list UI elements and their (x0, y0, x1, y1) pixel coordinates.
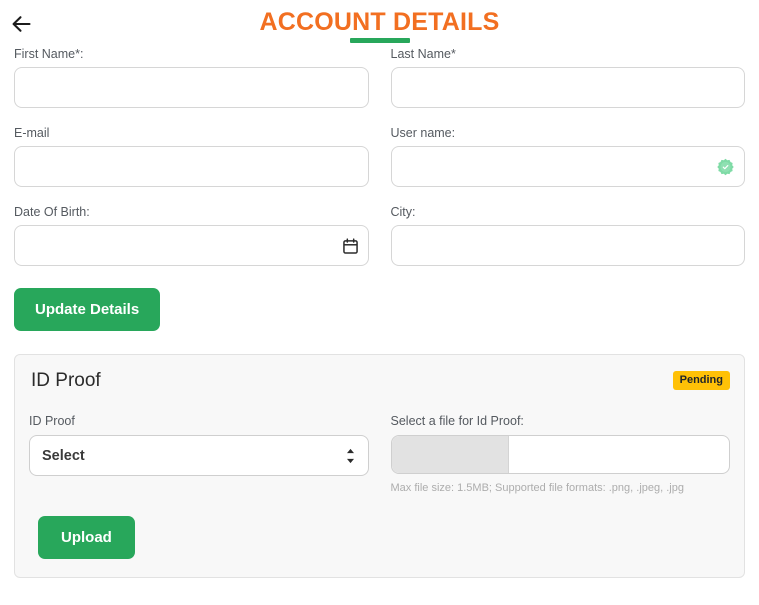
email-input-wrap (14, 146, 369, 187)
date-of-birth-input[interactable] (14, 225, 369, 266)
first-name-label: First Name*: (14, 46, 369, 62)
calendar-icon[interactable] (343, 238, 358, 254)
id-proof-file-label: Select a file for Id Proof: (391, 413, 731, 429)
form-row-dob-city: Date Of Birth: City: (14, 204, 745, 266)
city-input-wrap (391, 225, 746, 266)
choose-file-button[interactable] (392, 436, 509, 473)
page-title-container: ACCOUNT DETAILS (0, 8, 759, 43)
date-of-birth-input-wrap (14, 225, 369, 266)
first-name-input[interactable] (14, 67, 369, 108)
id-proof-select-value: Select (42, 448, 85, 464)
id-proof-select-col: ID Proof Select (29, 413, 369, 495)
form-row-name: First Name*: Last Name* (14, 46, 745, 108)
email-label: E-mail (14, 125, 369, 141)
upload-row: Upload (38, 516, 730, 559)
field-email: E-mail (14, 125, 369, 187)
field-last-name: Last Name* (391, 46, 746, 108)
upload-button[interactable]: Upload (38, 516, 135, 559)
id-proof-card: ID Proof Pending ID Proof Select Select … (14, 354, 745, 578)
city-label: City: (391, 204, 746, 220)
id-proof-file-input[interactable] (391, 435, 731, 474)
account-details-form: First Name*: Last Name* E-mail User name… (0, 46, 759, 266)
page-title: ACCOUNT DETAILS (259, 8, 499, 36)
page-header: ACCOUNT DETAILS (0, 0, 759, 46)
update-details-button[interactable]: Update Details (14, 288, 160, 331)
field-user-name: User name: (391, 125, 746, 187)
user-name-input[interactable] (391, 146, 746, 187)
status-badge: Pending (673, 371, 730, 390)
file-requirements-hint: Max file size: 1.5MB; Supported file for… (391, 481, 731, 495)
id-proof-card-header: ID Proof Pending (29, 369, 730, 393)
city-input[interactable] (391, 225, 746, 266)
last-name-input[interactable] (391, 67, 746, 108)
selected-file-name (509, 436, 730, 473)
id-proof-select[interactable]: Select (29, 435, 369, 476)
field-city: City: (391, 204, 746, 266)
user-name-input-wrap (391, 146, 746, 187)
id-proof-select-label: ID Proof (29, 413, 369, 429)
form-row-contact: E-mail User name: (14, 125, 745, 187)
id-proof-card-body: ID Proof Select Select a file for Id Pro… (29, 413, 730, 495)
date-of-birth-label: Date Of Birth: (14, 204, 369, 220)
email-input[interactable] (14, 146, 369, 187)
id-proof-file-col: Select a file for Id Proof: Max file siz… (391, 413, 731, 495)
last-name-input-wrap (391, 67, 746, 108)
first-name-input-wrap (14, 67, 369, 108)
field-first-name: First Name*: (14, 46, 369, 108)
last-name-label: Last Name* (391, 46, 746, 62)
id-proof-card-title: ID Proof (31, 369, 101, 393)
user-name-label: User name: (391, 125, 746, 141)
field-date-of-birth: Date Of Birth: (14, 204, 369, 266)
chevron-updown-icon (345, 447, 356, 464)
update-details-row: Update Details (0, 283, 759, 331)
title-underline (350, 38, 410, 43)
